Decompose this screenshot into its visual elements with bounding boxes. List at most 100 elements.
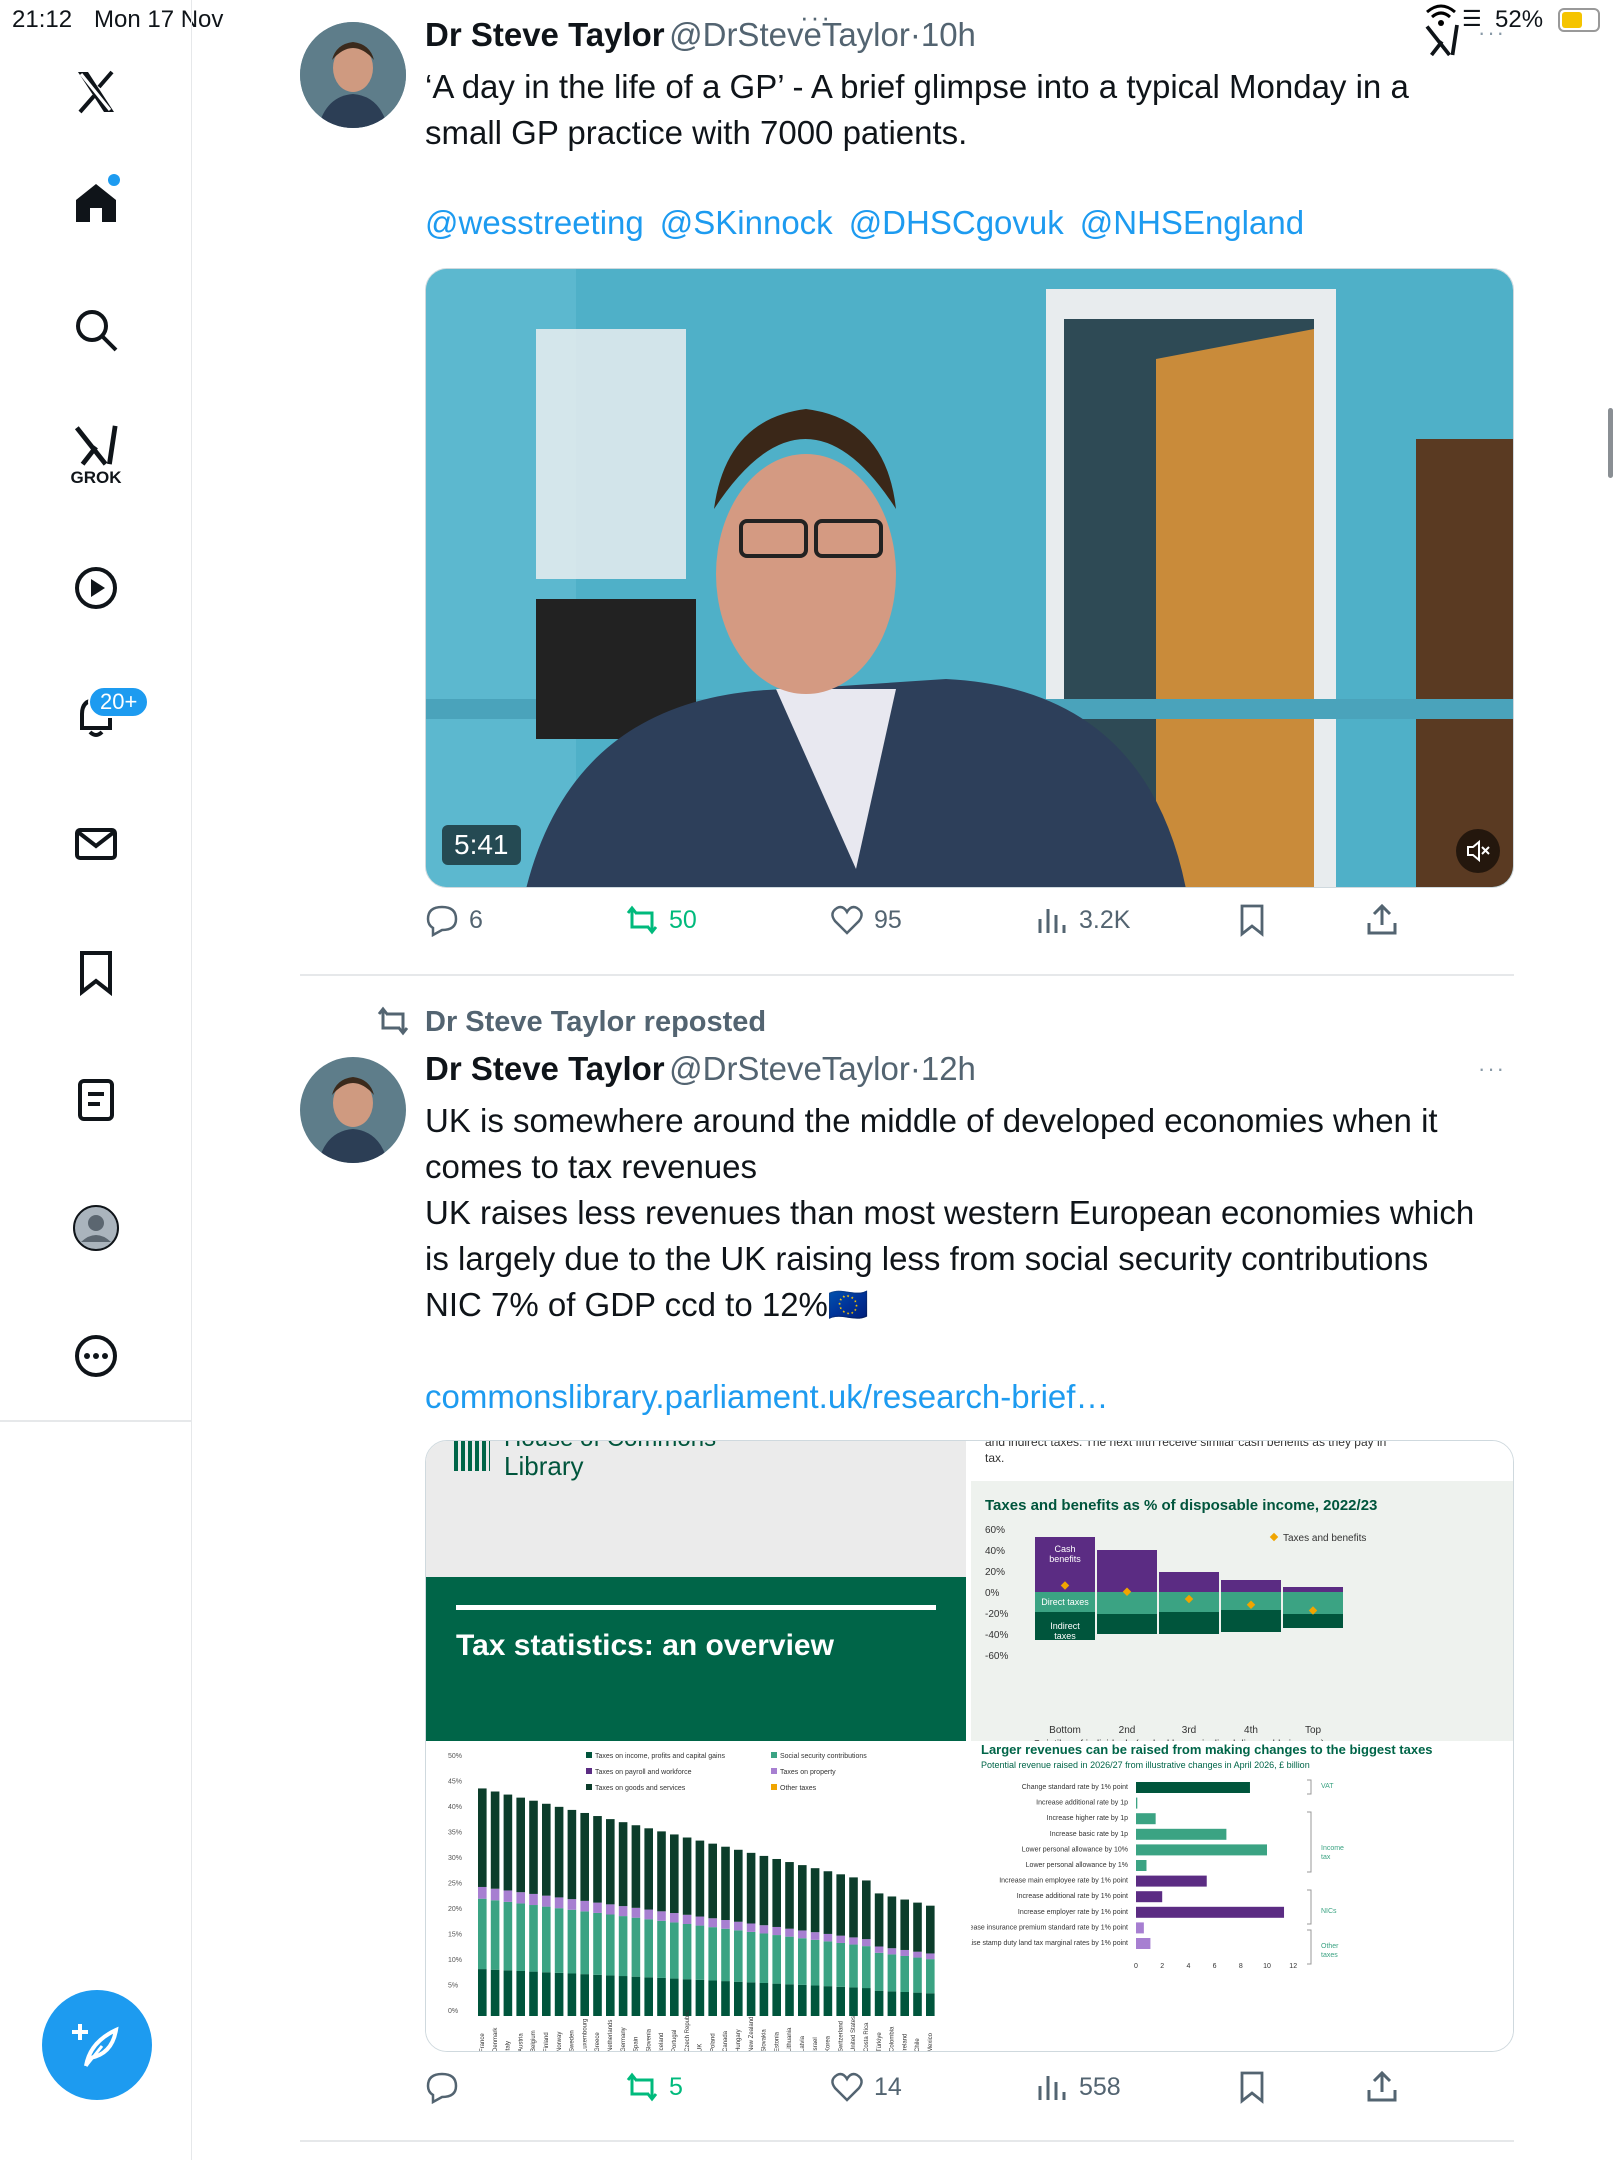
reply-button[interactable]: 6 (425, 903, 483, 937)
lists-icon[interactable] (64, 1068, 128, 1132)
like-button[interactable]: 95 (830, 903, 902, 937)
stacked-bar-segment (759, 1982, 769, 2016)
author-avatar[interactable] (300, 1057, 406, 1163)
tweet-time[interactable]: 12h (921, 1050, 976, 1087)
legend-swatch (771, 1752, 777, 1758)
revenue-bar (1136, 1813, 1156, 1825)
legend-label: Taxes and benefits (1283, 1533, 1366, 1544)
profile-avatar-icon[interactable] (64, 1196, 128, 1260)
search-icon[interactable] (64, 298, 128, 362)
image-taxes-benefits-chart[interactable]: and indirect taxes. The next fifth recei… (971, 1441, 1513, 1741)
reposted-by-label[interactable]: Dr Steve Taylor reposted (425, 1006, 766, 1039)
image-grid[interactable]: House of Commons Library Tax statistics:… (425, 1440, 1514, 2052)
country-label: Estonia (774, 2031, 780, 2052)
mention-link[interactable]: @NHSEngland (1080, 204, 1304, 242)
stacked-bar-segment (606, 1975, 615, 2016)
author-handle[interactable]: @DrSteveTaylor (669, 1050, 910, 1087)
repost-button[interactable]: 5 (625, 2070, 683, 2104)
legend-swatch (771, 1784, 777, 1790)
author-name[interactable]: Dr Steve Taylor (425, 1050, 665, 1087)
stacked-bar-segment (721, 1981, 730, 2016)
bookmark-button[interactable] (1235, 2070, 1269, 2104)
bookmark-button[interactable] (1235, 903, 1269, 937)
chart-title: Taxes and benefits as % of disposable in… (985, 1497, 1378, 1514)
country-label: Greece (595, 2032, 601, 2052)
cash-benefits-bar (1159, 1572, 1219, 1592)
stacked-bar-segment (874, 1946, 884, 1953)
more-menu-button[interactable]: ··· (1478, 20, 1506, 46)
mention-link[interactable]: @wesstreeting (425, 204, 644, 242)
repost-icon (626, 905, 658, 935)
video-play-icon[interactable] (64, 556, 128, 620)
mention-link[interactable]: @SKinnock (660, 204, 833, 242)
y-tick-label: 0% (985, 1588, 1000, 1599)
x-logo-icon[interactable] (64, 60, 128, 124)
image-oecd-tax-chart[interactable]: 50% 45% 40% 35% 30% 25% 20% 15% 10% 5% 0% Taxes on … (426, 1746, 966, 2052)
views-button[interactable]: 3.2K (1035, 903, 1130, 937)
stacked-bar-segment (798, 1938, 807, 1985)
like-button[interactable]: 14 (830, 2070, 902, 2104)
share-button[interactable] (1365, 2070, 1399, 2104)
stacked-bar-segment (721, 1920, 730, 1929)
stacked-bar-segment (529, 1905, 538, 1972)
y-tick-label: 25% (448, 1881, 462, 1888)
stacked-bar-segment (670, 1922, 679, 1979)
stacked-bar-segment (657, 1831, 666, 1912)
tweet-more-button[interactable]: ··· (1478, 1056, 1506, 1082)
x-tick-label: 10 (1263, 1963, 1271, 1970)
reply-icon (426, 905, 458, 937)
bookmarks-icon[interactable] (64, 940, 128, 1004)
stacked-bar-segment (657, 1920, 666, 1978)
stacked-bar-segment (900, 1991, 909, 2016)
stacked-bar-segment (478, 1969, 487, 2016)
more-options-icon[interactable] (64, 1324, 128, 1388)
mention-link[interactable]: @DHSCgovuk (849, 204, 1064, 242)
y-tick-label: 20% (985, 1567, 1005, 1578)
tweet-time[interactable]: 10h (921, 16, 976, 53)
compose-post-button[interactable] (42, 1990, 152, 2100)
stacked-bar-segment (887, 1948, 897, 1955)
author-handle[interactable]: @DrSteveTaylor (669, 16, 910, 53)
grok-nav[interactable]: GROK (64, 420, 128, 490)
cash-benefits-bar (1283, 1587, 1343, 1592)
notification-badge: 20+ (88, 686, 150, 718)
video-player[interactable]: 5:41 (425, 268, 1514, 888)
stacked-bar-segment (900, 1955, 909, 1992)
messages-envelope-icon[interactable] (64, 812, 128, 876)
stacked-bar-segment (874, 1990, 884, 2016)
y-tick-label: 20% (448, 1906, 462, 1913)
indirect-taxes-bar (1097, 1614, 1157, 1634)
article-link[interactable]: commonslibrary.parliament.uk/research-br… (425, 1378, 1108, 1416)
legend-marker (1269, 1532, 1279, 1542)
country-label: Colombia (890, 2026, 896, 2052)
home-icon[interactable] (64, 170, 128, 234)
grok-corner-icon[interactable] (1424, 22, 1460, 63)
author-avatar[interactable] (300, 22, 406, 128)
like-count: 95 (874, 905, 902, 934)
stacked-bar-segment (618, 1822, 628, 1907)
x-tick-label: Top (1305, 1725, 1322, 1736)
image-revenue-bar-chart[interactable]: Larger revenues can be raised from makin… (971, 1742, 1513, 2051)
stacked-bar-segment (478, 1788, 487, 1887)
cash-label-2: benefits (1049, 1554, 1081, 1564)
stacked-bar-segment (580, 1812, 589, 1901)
revenue-bar (1136, 1875, 1207, 1887)
scrollbar-thumb[interactable] (1608, 408, 1613, 478)
repost-button[interactable]: 50 (625, 903, 697, 937)
group-label: Other (1321, 1943, 1339, 1950)
stacked-bar-segment (926, 1959, 935, 1994)
stacked-bar-segment (606, 1904, 615, 1915)
stacked-bar-segment (503, 1970, 513, 2016)
author-name[interactable]: Dr Steve Taylor (425, 16, 665, 53)
views-button[interactable]: 558 (1035, 2070, 1121, 2104)
country-label: Latvia (800, 2035, 806, 2052)
stacked-bar-segment (810, 1939, 820, 1986)
stacked-bar-segment (887, 1954, 897, 1992)
country-label: United States (851, 2016, 857, 2052)
reply-button[interactable] (425, 2070, 469, 2104)
view-count: 558 (1079, 2072, 1121, 2101)
country-label: Hungary (736, 2029, 742, 2052)
share-button[interactable] (1365, 903, 1399, 937)
image-cover-tax-statistics[interactable]: House of Commons Library Tax statistics:… (426, 1441, 966, 1741)
mute-icon[interactable] (1456, 829, 1500, 873)
